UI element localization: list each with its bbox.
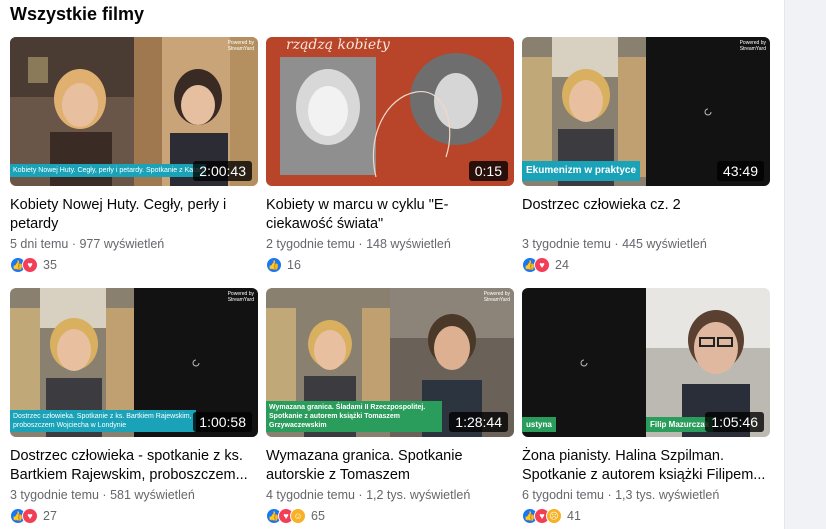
video-thumbnail[interactable]: Powered by StreamYard Dostrzec człowieka.…: [10, 288, 258, 437]
love-icon: ♥: [22, 508, 38, 524]
sad-icon: ☹: [546, 508, 562, 524]
video-overlay-tag: Ekumenizm w praktyce: [522, 161, 641, 181]
video-meta: 5 dni temu · 977 wyświetleń: [10, 237, 165, 251]
video-thumbnail[interactable]: Powered by StreamYard Wymazana granica. Ś…: [266, 288, 514, 437]
reactions[interactable]: 👍 ♥ ☹ 41: [522, 507, 770, 525]
video-title[interactable]: Dostrzec człowieka cz. 2: [522, 196, 770, 234]
reactions[interactable]: 👍 ♥ 35: [10, 256, 258, 274]
video-duration: 2:00:43: [193, 161, 252, 181]
reaction-count: 65: [311, 509, 325, 523]
care-icon: ☺: [290, 508, 306, 524]
video-overlay-tag: Dostrzec człowieka. Spotkanie z ks. Bart…: [10, 410, 196, 432]
video-thumbnail[interactable]: ustyna Filip Mazurczak 1:05:46: [522, 288, 770, 437]
video-meta: 2 tygodnie temu · 148 wyświetleń: [266, 237, 451, 251]
streamyard-badge: Powered by StreamYard: [227, 291, 254, 303]
video-thumbnail[interactable]: rządzą kobiety 0:15: [266, 37, 514, 186]
video-title[interactable]: Kobiety Nowej Huty. Cegły, perły i petar…: [10, 196, 258, 234]
video-title[interactable]: Dostrzec człowieka - spotkanie z ks. Bar…: [10, 447, 258, 485]
video-duration: 0:15: [468, 161, 508, 181]
reaction-count: 16: [287, 258, 301, 272]
love-icon: ♥: [534, 257, 550, 273]
section-title: Wszystkie filmy: [10, 4, 145, 24]
video-overlay-tag: Wymazana granica. Śladami II Rzeczpospol…: [266, 401, 442, 432]
reaction-count: 35: [43, 258, 57, 272]
reaction-count: 41: [567, 509, 581, 523]
video-duration: 1:05:46: [705, 412, 764, 432]
like-icon: 👍: [266, 257, 282, 273]
video-card[interactable]: rządzą kobiety 0:15 Kobiety w marcu w cy…: [266, 37, 514, 274]
video-thumbnail[interactable]: Powered by StreamYard Kobiety Nowej Huty.…: [10, 37, 258, 186]
right-sidebar: [784, 0, 826, 529]
video-card[interactable]: Powered by StreamYard Kobiety Nowej Huty.…: [10, 37, 258, 274]
video-card[interactable]: Powered by StreamYard Wymazana granica. Ś…: [266, 288, 514, 525]
video-card[interactable]: Powered by StreamYard Dostrzec człowieka.…: [10, 288, 258, 525]
video-card[interactable]: Powered by StreamYard Ekumenizm w praktyc…: [522, 37, 770, 274]
reaction-count: 24: [555, 258, 569, 272]
video-overlay-tag: Kobiety Nowej Huty. Cegły, perły i petar…: [10, 164, 206, 177]
video-duration: 43:49: [716, 161, 764, 181]
video-duration: 1:00:58: [193, 412, 252, 432]
video-meta: 4 tygodnie temu · 1,2 tys. wyświetleń: [266, 488, 471, 502]
video-duration: 1:28:44: [449, 412, 508, 432]
video-thumbnail[interactable]: Powered by StreamYard Ekumenizm w praktyc…: [522, 37, 770, 186]
video-overlay-tag: Filip Mazurczak: [646, 417, 714, 432]
video-title[interactable]: Wymazana granica. Spotkanie autorskie z …: [266, 447, 514, 485]
video-title[interactable]: Kobiety w marcu w cyklu "E-ciekawość świ…: [266, 196, 514, 234]
poster-text: rządzą kobiety: [286, 37, 390, 53]
video-title[interactable]: Żona pianisty. Halina Szpilman. Spotkani…: [522, 447, 770, 485]
streamyard-badge: Powered by StreamYard: [739, 40, 766, 52]
streamyard-badge: Powered by StreamYard: [483, 291, 510, 303]
video-meta: 6 tygodni temu · 1,3 tys. wyświetleń: [522, 488, 720, 502]
video-meta: 3 tygodnie temu · 445 wyświetleń: [522, 237, 707, 251]
video-overlay-tag-left: ustyna: [522, 417, 556, 432]
reaction-count: 27: [43, 509, 57, 523]
reactions[interactable]: 👍 ♥ 27: [10, 507, 258, 525]
love-icon: ♥: [22, 257, 38, 273]
reactions[interactable]: 👍 ♥ ☺ 65: [266, 507, 514, 525]
streamyard-badge: Powered by StreamYard: [227, 40, 254, 52]
video-meta: 3 tygodnie temu · 581 wyświetleń: [10, 488, 195, 502]
video-card[interactable]: ustyna Filip Mazurczak 1:05:46 Żona pian…: [522, 288, 770, 525]
reactions[interactable]: 👍 ♥ 24: [522, 256, 770, 274]
reactions[interactable]: 👍 16: [266, 256, 514, 274]
